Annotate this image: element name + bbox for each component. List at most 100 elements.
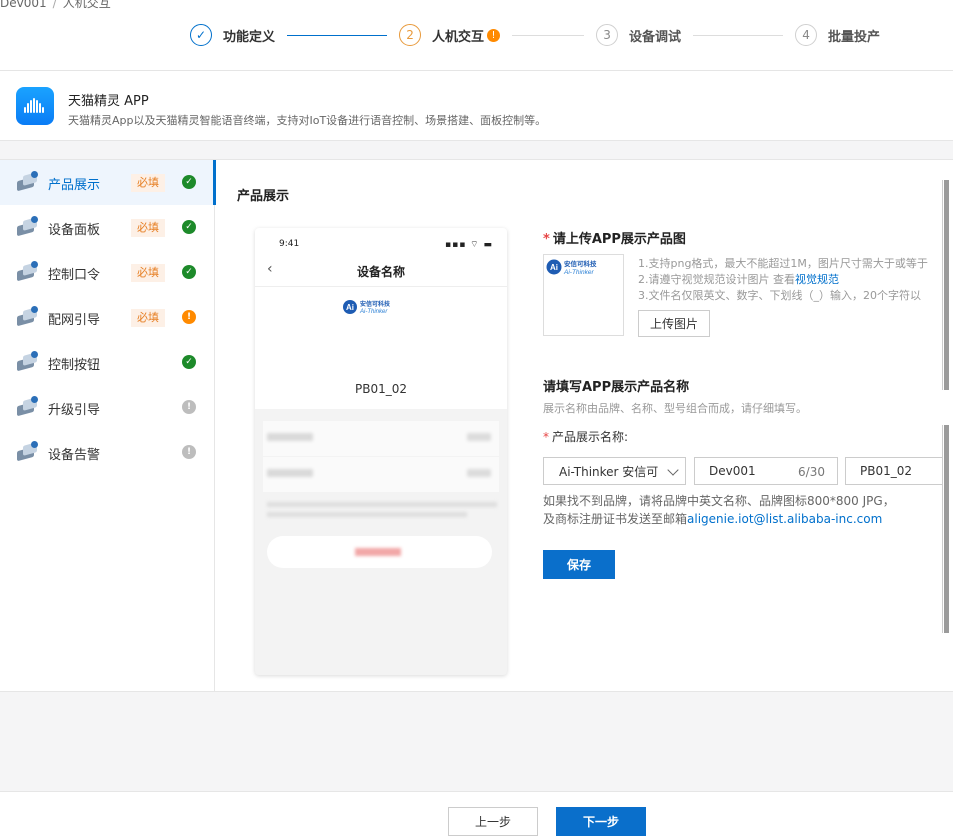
step-number: 3 [596, 24, 619, 46]
phone-time: 9:41 [279, 239, 300, 249]
field-label: * 产品展示名称: [543, 430, 629, 444]
app-description: 天猫精灵App以及天猫精灵智能语音终端，支持对IoT设备进行语音控制、场景搭建、… [68, 114, 547, 127]
product-name-title: 请填写APP展示产品名称 [543, 380, 690, 395]
step-3: 3 设备调试 [596, 23, 681, 47]
breadcrumb-item-device[interactable]: Dev001 [0, 0, 47, 10]
upgrade-icon [17, 396, 39, 417]
alert-icon [17, 441, 39, 462]
product-image-thumbnail[interactable]: Ai 安信可科技 Ai-Thinker [543, 254, 624, 336]
check-circle-icon: ✓ [182, 265, 196, 279]
ai-thinker-logo: Ai 安信可科技 Ai-Thinker [546, 259, 597, 276]
model-value: PB01_02 [860, 464, 913, 478]
sidebar-item-control-buttons[interactable]: 控制按钮 ✓ [0, 340, 214, 385]
upload-tip-2: 2.请遵守视觉规范设计图片 查看视觉规范 [638, 273, 839, 286]
email-link[interactable]: aligenie.iot@list.alibaba-inc.com [687, 512, 882, 526]
device-name-input[interactable]: Dev001 6/30 [694, 457, 838, 485]
svg-text:Ai: Ai [550, 263, 558, 272]
step-label: 批量投产 [828, 29, 881, 45]
step-indicator: ✓ 功能定义 2 人机交互 ! 3 设备调试 4 批量投产 [190, 23, 880, 47]
upload-title-text: 请上传APP展示产品图 [552, 232, 686, 247]
step-number: 4 [795, 24, 818, 46]
brand-select[interactable]: Ai-Thinker 安信可 [543, 457, 686, 485]
step-1: ✓ 功能定义 [190, 23, 275, 47]
phone-product-name: PB01_02 [354, 382, 407, 396]
breadcrumb-item-current: 人机交互 [62, 0, 111, 10]
phone-blurred-text [267, 502, 497, 507]
upload-tips: 1.支持png格式，最大不能超过1M，图片尺寸需大于或等于 2.请遵守视觉规范设… [638, 256, 953, 304]
warning-icon: ! [487, 28, 501, 42]
top-header: Dev001/人机交互 ✓ 功能定义 2 人机交互 ! 3 设备调试 4 批量投… [0, 0, 953, 71]
sidebar-item-upgrade-guide[interactable]: 升级引导 ! [0, 385, 214, 430]
phone-header-area: 9:41 ▪▪▪ ⌔ ▬ ‹ 设备名称 Ai 安信可科技 Ai-Thinker … [255, 228, 507, 409]
scrollbar[interactable] [942, 425, 951, 633]
sidebar: 产品展示 必填 ✓ 设备面板 必填 ✓ 控制口令 必填 ✓ 配网引导 必填 ! … [0, 160, 216, 691]
product-name-description: 展示名称由品牌、名称、型号组合而成，请仔细填写。 [543, 402, 807, 415]
divider [255, 286, 507, 287]
step-label: 功能定义 [223, 29, 276, 45]
phone-title: 设备名称 [356, 265, 405, 279]
brand-help-line-1: 如果找不到品牌，请将品牌中英文名称、品牌图标800*800 JPG， [543, 494, 895, 508]
step-connector [512, 34, 585, 36]
logo-en-text: Ai-Thinker [563, 269, 594, 276]
config-panel: 产品展示 必填 ✓ 设备面板 必填 ✓ 控制口令 必填 ✓ 配网引导 必填 ! … [0, 159, 953, 692]
sidebar-item-device-panel[interactable]: 设备面板 必填 ✓ [0, 205, 214, 250]
scrollbar[interactable] [942, 180, 951, 390]
next-step-button[interactable]: 下一步 [556, 807, 646, 836]
save-button[interactable]: 保存 [543, 550, 615, 579]
phone-preview: 9:41 ▪▪▪ ⌔ ▬ ‹ 设备名称 Ai 安信可科技 Ai-Thinker … [255, 228, 507, 675]
model-input[interactable]: PB01_02 [845, 457, 945, 485]
phone-blurred-text [267, 512, 467, 517]
brand-select-value: Ai-Thinker 安信可 [559, 464, 659, 479]
sidebar-item-network-guide[interactable]: 配网引导 必填 ! [0, 295, 214, 340]
section-title: 产品展示 [237, 189, 290, 204]
visual-spec-link[interactable]: 视觉规范 [795, 273, 839, 286]
logo-cn-text: 安信可科技 [360, 300, 391, 308]
brand-help-text: 如果找不到品牌，请将品牌中英文名称、品牌图标800*800 JPG， 及商标注册… [543, 492, 895, 528]
info-circle-icon: ! [182, 400, 196, 414]
upload-image-button[interactable]: 上传图片 [638, 310, 710, 337]
app-title: 天猫精灵 APP [68, 94, 149, 109]
step-label: 设备调试 [629, 29, 682, 45]
check-icon: ✓ [190, 24, 212, 46]
step-4: 4 批量投产 [795, 23, 880, 47]
logo-cn-text: 安信可科技 [564, 259, 597, 268]
sidebar-item-label: 控制按钮 [48, 358, 101, 373]
sidebar-item-label: 升级引导 [48, 403, 101, 418]
character-count: 6/30 [798, 465, 825, 479]
step-label: 人机交互 [432, 29, 485, 45]
wifi-setup-icon [17, 306, 39, 327]
brand-help-line-2: 及商标注册证书发送至邮箱aligenie.iot@list.alibaba-in… [543, 512, 883, 526]
control-button-icon [17, 351, 39, 372]
sidebar-item-device-alerts[interactable]: 设备告警 ! [0, 430, 214, 475]
app-info: 天猫精灵 APP 天猫精灵App以及天猫精灵智能语音终端，支持对IoT设备进行语… [0, 71, 953, 141]
voice-command-icon [17, 261, 39, 282]
step-connector [693, 34, 784, 36]
device-panel-icon [17, 216, 39, 237]
sidebar-item-label: 产品展示 [48, 178, 101, 193]
phone-blurred-button [267, 536, 492, 568]
device-name-value: Dev001 [709, 464, 756, 478]
breadcrumb: Dev001/人机交互 [0, 0, 111, 11]
device-display-icon [17, 171, 39, 192]
required-badge: 必填 [131, 219, 165, 237]
previous-step-button[interactable]: 上一步 [448, 807, 538, 836]
sidebar-item-label: 控制口令 [48, 268, 101, 283]
sidebar-item-label: 设备告警 [48, 448, 101, 463]
required-badge: 必填 [131, 309, 165, 327]
required-badge: 必填 [131, 174, 165, 192]
phone-status-icons: ▪▪▪ ⌔ ▬ [445, 240, 493, 250]
check-circle-icon: ✓ [182, 355, 196, 369]
check-circle-icon: ✓ [182, 220, 196, 234]
step-2: 2 人机交互 ! [399, 23, 501, 47]
upload-title: * 请上传APP展示产品图 [543, 232, 686, 247]
footer-bar: 上一步 下一步 [0, 791, 953, 839]
ai-thinker-logo: Ai 安信可科技 Ai-Thinker [343, 300, 391, 315]
sidebar-item-product-display[interactable]: 产品展示 必填 ✓ [0, 160, 216, 205]
chevron-down-icon [667, 464, 679, 476]
upload-tip-3: 3.文件名仅限英文、数字、下划线（_）输入，20个字符以 [638, 289, 921, 302]
check-circle-icon: ✓ [182, 175, 196, 189]
upload-tip-1: 1.支持png格式，最大不能超过1M，图片尺寸需大于或等于 [638, 257, 928, 270]
sidebar-item-voice-commands[interactable]: 控制口令 必填 ✓ [0, 250, 214, 295]
logo-en-text: Ai-Thinker [359, 309, 388, 315]
step-number: 2 [399, 24, 422, 46]
